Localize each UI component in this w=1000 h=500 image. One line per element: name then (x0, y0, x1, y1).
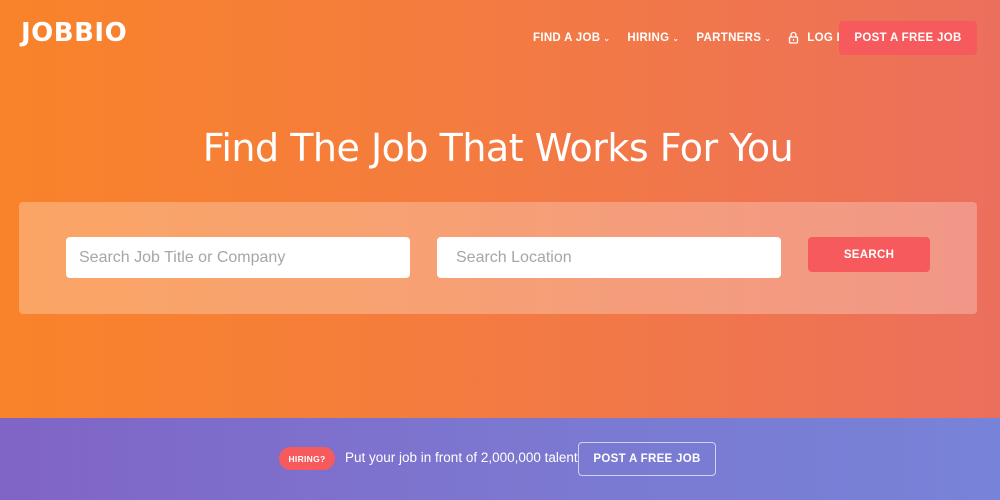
nav-partners-label: PARTNERS (696, 31, 762, 44)
search-panel: SEARCH (19, 202, 977, 314)
hero-section: JOBBIO FIND A JOB ⌄ HIRING ⌄ PARTNERS ⌄ … (0, 0, 1000, 418)
search-button[interactable]: SEARCH (808, 237, 930, 272)
jobbio-logo[interactable]: JOBBIO (21, 18, 127, 48)
banner-post-free-job-button[interactable]: POST A FREE JOB (578, 442, 716, 476)
hero-headline: Find The Job That Works For You (202, 126, 794, 170)
chevron-down-icon: ⌄ (603, 33, 611, 43)
nav-find-a-job-label: FIND A JOB (533, 31, 601, 44)
post-free-job-button[interactable]: POST A FREE JOB (839, 21, 977, 55)
nav-partners[interactable]: PARTNERS ⌄ (696, 32, 771, 44)
chevron-down-icon: ⌄ (764, 33, 772, 43)
banner-text: Put your job in front of 2,000,000 talen… (345, 450, 578, 465)
job-title-search-input[interactable] (66, 237, 410, 278)
main-nav: FIND A JOB ⌄ HIRING ⌄ PARTNERS ⌄ LOG IN (533, 31, 866, 44)
nav-hiring-label: HIRING (627, 31, 670, 44)
chevron-down-icon: ⌄ (672, 33, 680, 43)
location-search-input[interactable] (437, 237, 781, 278)
lock-icon (788, 31, 799, 44)
hiring-banner: HIRING? Put your job in front of 2,000,0… (0, 418, 1000, 500)
hiring-badge: HIRING? (279, 447, 335, 470)
nav-find-a-job[interactable]: FIND A JOB ⌄ (533, 32, 610, 44)
nav-hiring[interactable]: HIRING ⌄ (627, 32, 679, 44)
